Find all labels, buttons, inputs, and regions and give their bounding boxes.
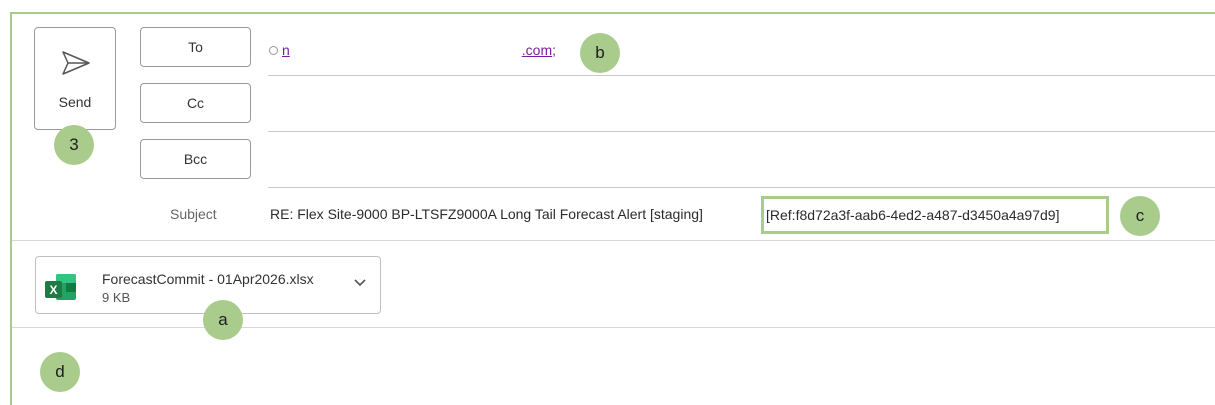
subject-label: Subject: [170, 206, 217, 222]
attachment-filename: ForecastCommit - 01Apr2026.xlsx: [102, 271, 314, 287]
subject-input[interactable]: RE: Flex Site-9000 BP-LTSFZ9000A Long Ta…: [270, 206, 703, 222]
subject-ref-highlight: [Ref:f8d72a3f-aab6-4ed2-a487-d3450a4a97d…: [761, 196, 1109, 234]
callout-c: c: [1120, 196, 1160, 236]
recipient-name-end: .com: [521, 42, 553, 58]
send-button[interactable]: Send: [34, 27, 116, 130]
bcc-field[interactable]: [268, 144, 1215, 188]
bcc-button[interactable]: Bcc: [140, 139, 251, 179]
send-icon: [62, 51, 90, 75]
callout-3: 3: [54, 125, 94, 165]
attachment-size: 9 KB: [102, 290, 131, 305]
recipient-name-start: n: [282, 42, 290, 58]
callout-b: b: [580, 33, 620, 73]
to-recipient[interactable]: n .com ;: [269, 40, 556, 60]
cc-button[interactable]: Cc: [140, 83, 251, 123]
header-divider: [12, 240, 1215, 241]
to-button[interactable]: To: [140, 27, 251, 67]
attachment-divider: [12, 327, 1215, 328]
presence-status-icon: [269, 45, 278, 55]
excel-file-icon: X: [45, 274, 76, 300]
callout-a: a: [203, 300, 243, 340]
callout-d: d: [40, 352, 80, 392]
recipient-separator: ;: [552, 42, 557, 58]
send-label: Send: [58, 94, 92, 110]
chevron-down-icon[interactable]: [354, 279, 366, 287]
cc-field[interactable]: [268, 88, 1215, 132]
svg-text:X: X: [49, 283, 57, 297]
